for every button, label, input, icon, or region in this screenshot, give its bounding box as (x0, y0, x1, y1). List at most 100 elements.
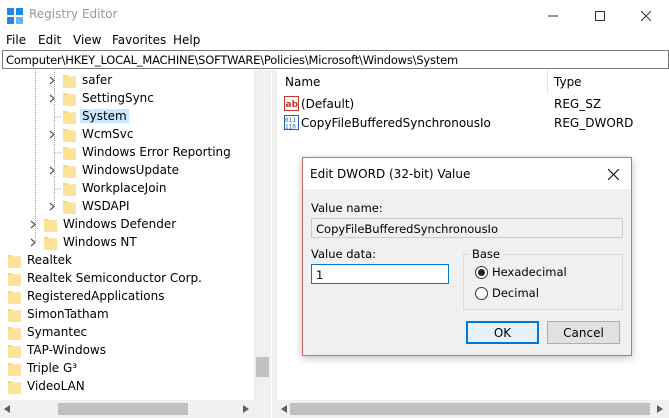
ok-button[interactable]: OK (466, 321, 539, 344)
title-bar: Registry Editor (0, 0, 669, 31)
tree-item-label: Realtek Semiconductor Corp. (27, 271, 202, 285)
values-horizontal-scroll-thumb[interactable] (290, 403, 650, 415)
tree-item-wcmsvc[interactable]: WcmSvc (47, 125, 135, 143)
column-header-name[interactable]: Name (285, 75, 320, 89)
tree-item-label: Realtek (27, 253, 72, 267)
tree-item-registeredapplications[interactable]: RegisteredApplications (8, 287, 166, 305)
tree-item-label: Windows NT (63, 235, 137, 249)
minimize-icon (548, 15, 558, 16)
folder-icon (63, 146, 76, 160)
chevron-right-icon[interactable] (28, 237, 38, 247)
close-icon (641, 10, 651, 21)
tree-item-label: Symantec (27, 325, 88, 339)
tree-item-label: WorkplaceJoin (82, 181, 167, 195)
chevron-right-icon[interactable] (47, 165, 57, 175)
folder-icon (8, 344, 21, 358)
tree-item-system[interactable]: System (63, 107, 129, 125)
chevron-right-icon[interactable] (28, 219, 38, 229)
folder-icon (8, 326, 21, 340)
radio-selected-icon[interactable] (475, 265, 488, 279)
value-data-input[interactable]: 1 (311, 264, 449, 284)
tree-item-workplacejoin[interactable]: WorkplaceJoin (63, 179, 169, 197)
scroll-right-icon[interactable] (657, 405, 663, 413)
tree-vertical-scroll-thumb[interactable] (256, 357, 269, 377)
scroll-left-icon[interactable] (4, 405, 10, 413)
menu-file[interactable]: File (6, 33, 26, 47)
value-type: REG_DWORD (554, 116, 634, 130)
folder-icon (8, 272, 21, 286)
tree-item-label: TAP-Windows (27, 343, 106, 357)
tree-item-windows-error-reporting[interactable]: Windows Error Reporting (63, 143, 233, 161)
tree-item-simontatham[interactable]: SimonTatham (8, 305, 111, 323)
tree-vertical-scrollbar[interactable] (254, 70, 271, 400)
tree-item-windows-defender[interactable]: Windows Defender (28, 215, 178, 233)
tree-horizontal-scroll-thumb[interactable] (58, 403, 188, 415)
registry-editor-icon (7, 8, 23, 24)
tree-item-wsdapi[interactable]: WSDAPI (47, 197, 132, 215)
folder-icon (63, 74, 76, 88)
folder-icon (8, 308, 21, 322)
address-bar[interactable]: Computer\HKEY_LOCAL_MACHINE\SOFTWARE\Pol… (2, 50, 669, 69)
tree-item-label: VideoLAN (27, 379, 85, 393)
chevron-right-icon[interactable] (47, 201, 57, 211)
value-name: CopyFileBufferedSynchronousIo (301, 116, 491, 130)
value-row-default[interactable]: ab (Default) REG_SZ (277, 95, 669, 113)
value-row-copyfilebufferedsynchronousio[interactable]: 011 110 CopyFileBufferedSynchronousIo RE… (277, 114, 669, 132)
radio-unselected-icon[interactable] (475, 286, 488, 300)
tree-item-realtek-semiconductor[interactable]: Realtek Semiconductor Corp. (8, 269, 204, 287)
folder-icon (44, 236, 57, 250)
close-button[interactable] (623, 0, 669, 31)
scroll-right-icon[interactable] (243, 405, 249, 413)
radio-hexadecimal-label: Hexadecimal (492, 265, 567, 279)
dialog-close-button[interactable] (603, 164, 623, 184)
tree-item-label: WindowsUpdate (82, 163, 180, 177)
value-name-field: CopyFileBufferedSynchronousIo (311, 218, 623, 238)
tree-item-label: Windows Error Reporting (82, 145, 231, 159)
menu-view[interactable]: View (73, 33, 101, 47)
tree-item-safer[interactable]: safer (47, 71, 114, 89)
radio-decimal-label: Decimal (492, 286, 539, 300)
svg-text:110: 110 (285, 124, 296, 131)
key-tree[interactable]: safer SettingSync System WcmSvc Windows … (0, 70, 271, 418)
menu-bar: File Edit View Favorites Help (0, 31, 669, 50)
address-path: Computer\HKEY_LOCAL_MACHINE\SOFTWARE\Pol… (6, 53, 459, 67)
folder-icon (63, 92, 76, 106)
folder-icon (8, 362, 21, 376)
tree-item-label: WSDAPI (82, 199, 130, 213)
tree-item-realtek[interactable]: Realtek (8, 251, 74, 269)
folder-icon (63, 164, 76, 178)
tree-item-label: RegisteredApplications (27, 289, 165, 303)
maximize-button[interactable] (577, 0, 623, 31)
tree-item-videolan[interactable]: VideoLAN (8, 377, 87, 395)
menu-favorites[interactable]: Favorites (112, 33, 166, 47)
tree-item-windows-nt[interactable]: Windows NT (28, 233, 139, 251)
folder-icon (63, 182, 76, 196)
chevron-right-icon[interactable] (47, 129, 57, 139)
value-data-label: Value data: (311, 247, 377, 261)
tree-item-symantec[interactable]: Symantec (8, 323, 89, 341)
tree-item-settingsync[interactable]: SettingSync (47, 89, 156, 107)
svg-text:ab: ab (286, 100, 299, 110)
folder-icon (44, 218, 57, 232)
radio-decimal[interactable]: Decimal (475, 286, 539, 300)
tree-item-tap-windows[interactable]: TAP-Windows (8, 341, 108, 359)
radio-hexadecimal[interactable]: Hexadecimal (475, 265, 567, 279)
column-header-type[interactable]: Type (554, 75, 582, 89)
tree-item-label: SettingSync (82, 91, 154, 105)
value-type: REG_SZ (554, 97, 602, 111)
folder-icon (8, 290, 21, 304)
minimize-button[interactable] (530, 0, 576, 31)
window-title: Registry Editor (29, 7, 118, 21)
folder-icon (63, 128, 76, 142)
column-separator[interactable] (547, 70, 548, 94)
tree-item-label: SimonTatham (27, 307, 109, 321)
cancel-button[interactable]: Cancel (547, 321, 620, 344)
tree-item-windowsupdate[interactable]: WindowsUpdate (47, 161, 181, 179)
menu-help[interactable]: Help (173, 33, 200, 47)
scroll-left-icon[interactable] (281, 405, 287, 413)
tree-item-triple-g3[interactable]: Triple G³ (8, 359, 79, 377)
menu-edit[interactable]: Edit (38, 33, 61, 47)
dialog-title: Edit DWORD (32-bit) Value (310, 167, 471, 181)
chevron-right-icon[interactable] (47, 75, 57, 85)
chevron-right-icon[interactable] (47, 93, 57, 103)
